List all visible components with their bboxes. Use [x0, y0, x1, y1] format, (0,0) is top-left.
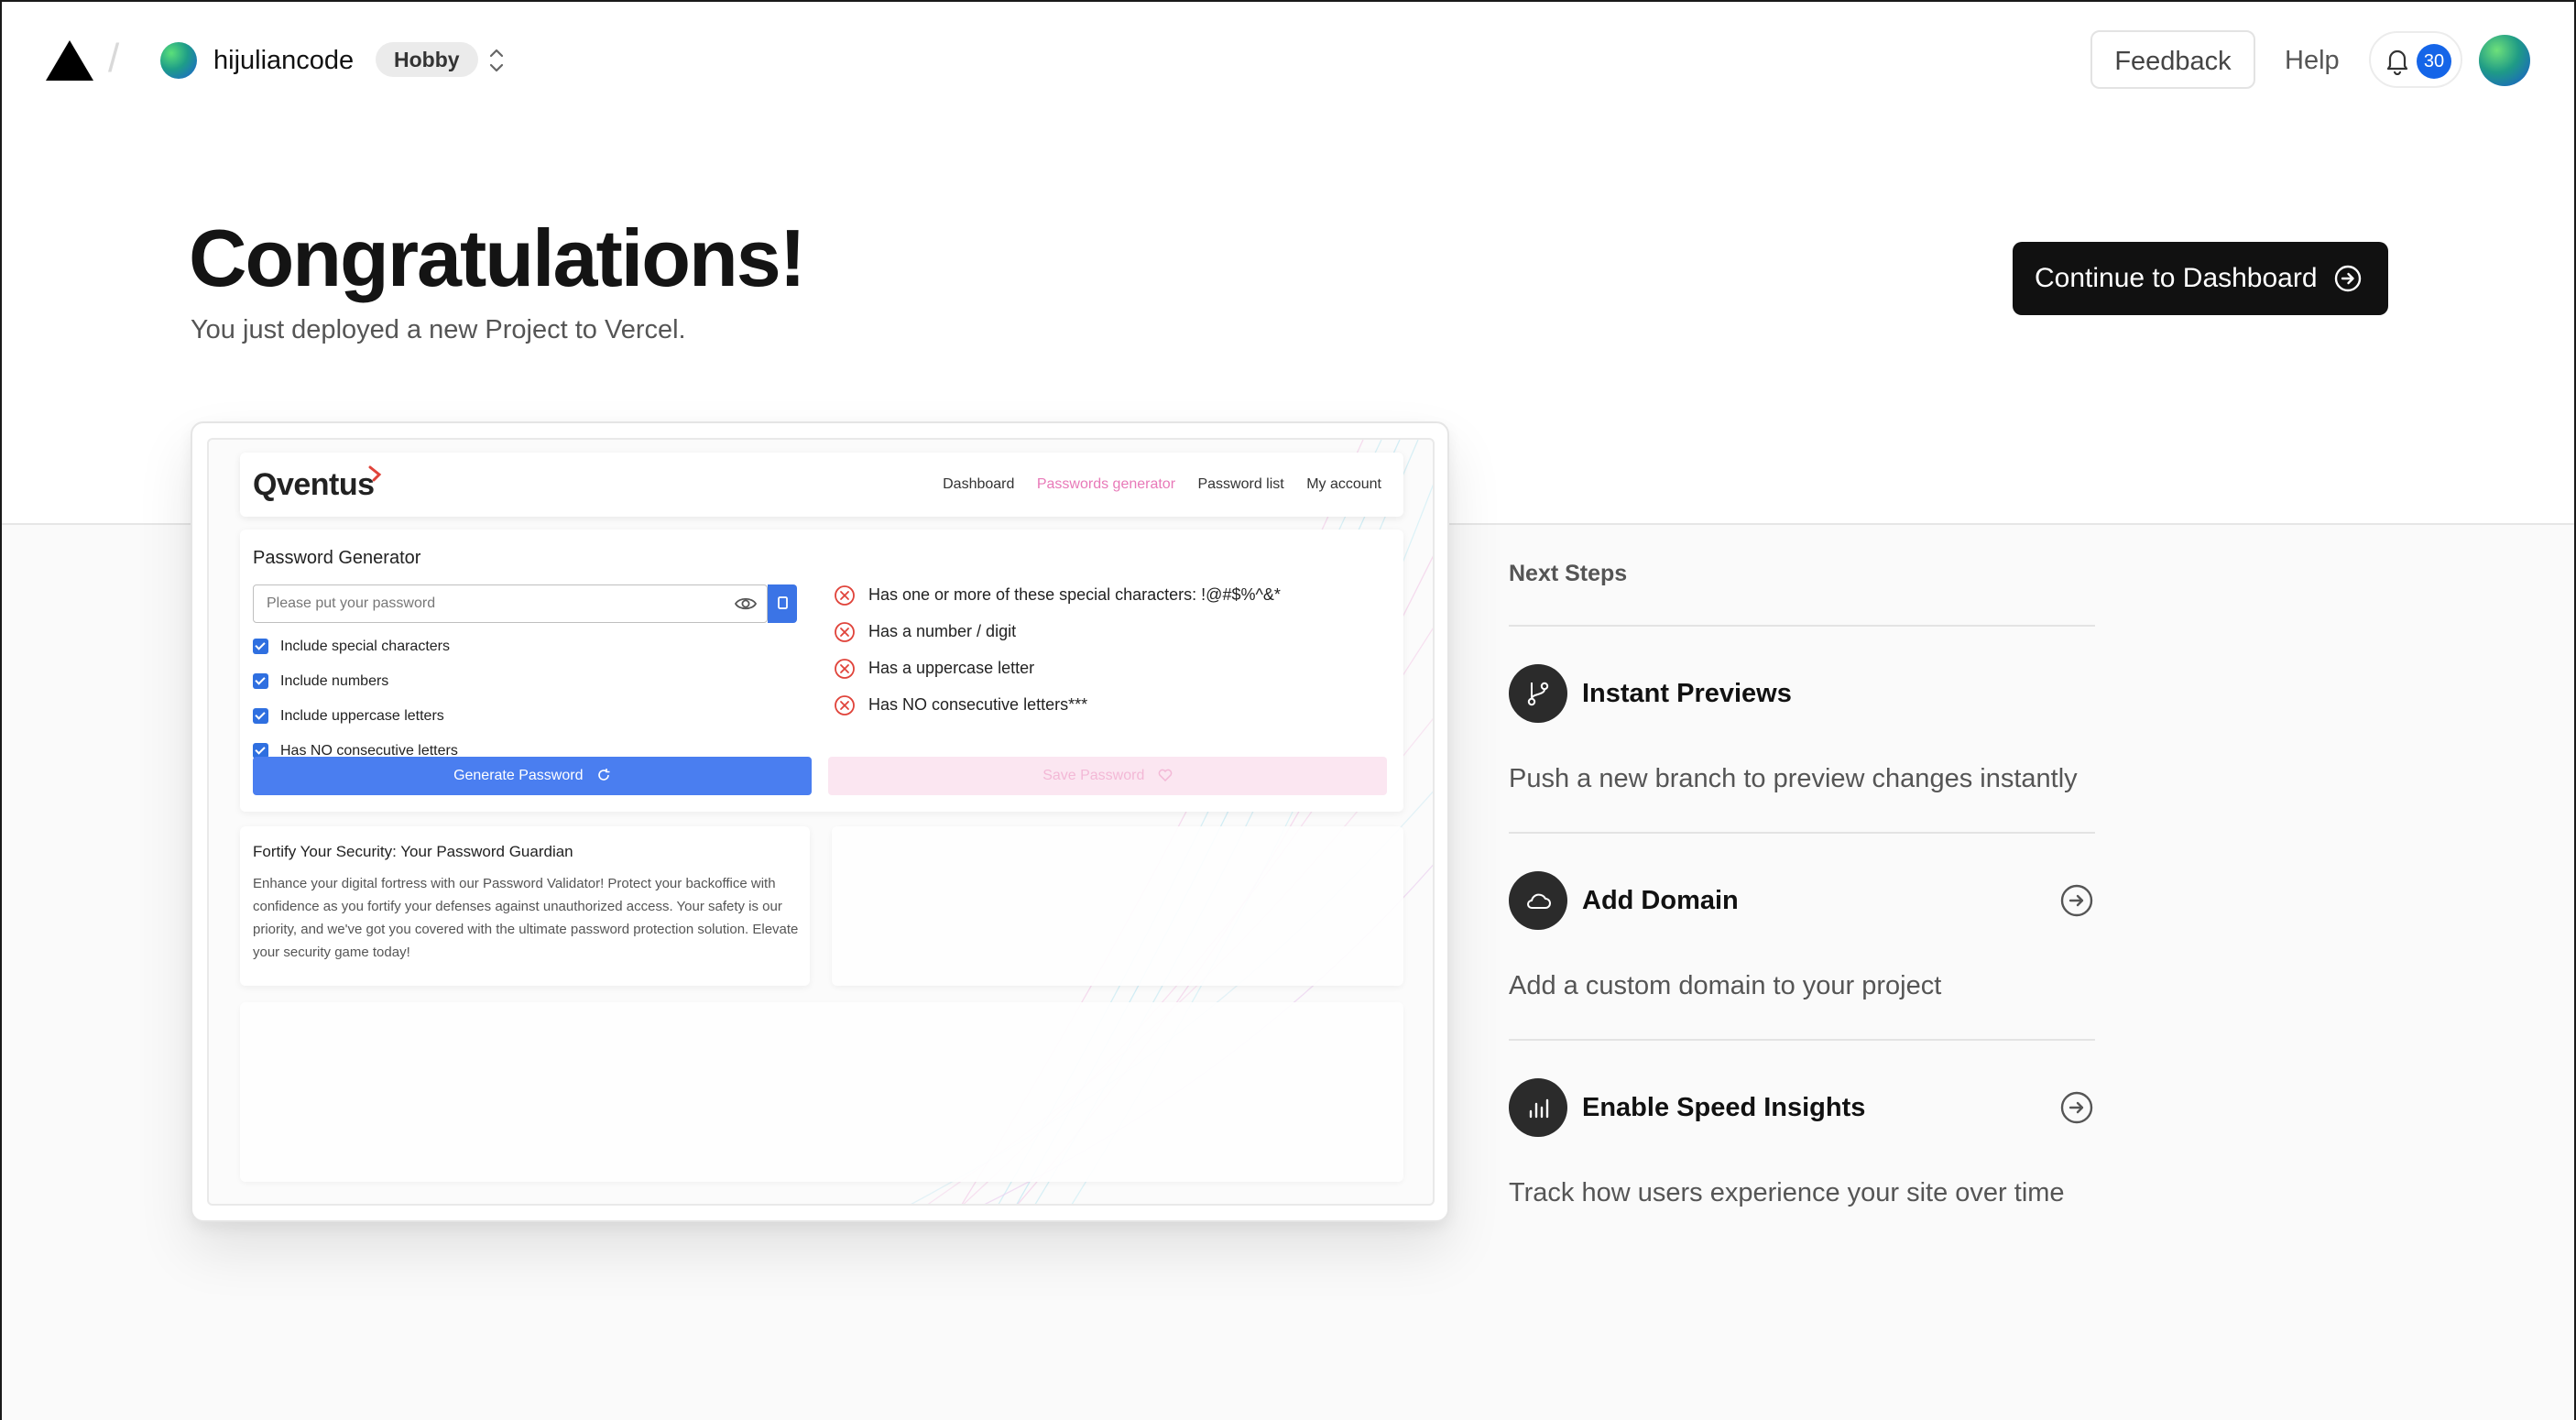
- next-step-title[interactable]: Instant Previews: [1582, 675, 1792, 712]
- preview-logo-mark-icon: [368, 465, 382, 482]
- bar-chart-icon: [1509, 1078, 1567, 1137]
- refresh-icon: [598, 769, 610, 781]
- preview-info-title: Fortify Your Security: Your Password Gua…: [253, 843, 573, 860]
- continue-button-label: Continue to Dashboard: [2035, 263, 2318, 293]
- preview-info-card: Fortify Your Security: Your Password Gua…: [240, 826, 810, 986]
- deployment-screenshot: Qventus Dashboard Passwords generator Pa…: [207, 438, 1435, 1206]
- arrow-right-circle-icon[interactable]: [2059, 1090, 2094, 1125]
- vercel-logo-icon[interactable]: [46, 40, 93, 81]
- continue-to-dashboard-button[interactable]: Continue to Dashboard: [2013, 242, 2388, 315]
- preview-info-text: Enhance your digital fortress with our P…: [253, 876, 799, 960]
- team-avatar[interactable]: [160, 42, 197, 79]
- divider: [1509, 625, 2095, 627]
- preview-rule-label: Has a number / digit: [868, 622, 1017, 640]
- preview-rule-label: Has a uppercase letter: [868, 659, 1035, 677]
- copy-icon: [778, 596, 788, 609]
- preview-navbar: Qventus Dashboard Passwords generator Pa…: [240, 453, 1403, 517]
- preview-copy-button: [768, 584, 797, 623]
- preview-rule-label: Has NO consecutive letters***: [868, 695, 1088, 714]
- breadcrumb-separator: /: [108, 36, 120, 81]
- team-name[interactable]: hijuliancode: [213, 42, 354, 79]
- divider: [1509, 1039, 2095, 1041]
- next-step-title[interactable]: Add Domain: [1582, 882, 1739, 919]
- next-step-title[interactable]: Enable Speed Insights: [1582, 1089, 1865, 1126]
- preview-generate-button: Generate Password: [253, 757, 812, 795]
- preview-save-label: Save Password: [1042, 768, 1145, 783]
- preview-empty-card: [832, 826, 1403, 986]
- preview-rule-label: Has one or more of these special charact…: [868, 585, 1281, 604]
- cloud-icon: [1509, 871, 1567, 930]
- next-step-description: Add a custom domain to your project: [1509, 971, 1942, 1000]
- arrow-right-circle-icon: [2334, 265, 2362, 292]
- preview-password-input: Please put your password: [253, 584, 768, 623]
- preview-option: Include uppercase letters: [253, 707, 458, 742]
- checkbox-checked-icon: [253, 639, 268, 654]
- next-step-description: Push a new branch to preview changes ins…: [1509, 764, 2078, 793]
- preview-panel-title: Password Generator: [253, 548, 421, 568]
- preview-nav-items: Dashboard Passwords generator Password l…: [924, 476, 1381, 493]
- page-subtitle: You just deployed a new Project to Verce…: [191, 315, 686, 344]
- arrow-right-circle-icon[interactable]: [2059, 883, 2094, 918]
- git-branch-icon: [1509, 664, 1567, 723]
- preview-nav-password-list: Password list: [1197, 476, 1284, 492]
- preview-option: Include numbers: [253, 672, 458, 707]
- preview-rule: Has NO consecutive letters***: [834, 694, 1281, 731]
- preview-nav-passwords-generator: Passwords generator: [1036, 476, 1176, 492]
- next-steps-heading: Next Steps: [1509, 561, 1628, 586]
- chevron-up-down-icon[interactable]: [486, 42, 508, 79]
- checkbox-checked-icon: [253, 673, 268, 689]
- preview-option-label: Include uppercase letters: [280, 708, 444, 724]
- notifications-button[interactable]: 30: [2369, 31, 2462, 88]
- preview-generate-label: Generate Password: [453, 768, 584, 783]
- preview-input-placeholder: Please put your password: [267, 595, 436, 611]
- deployment-preview-card[interactable]: Qventus Dashboard Passwords generator Pa…: [191, 421, 1449, 1222]
- notification-count-badge: 30: [2417, 44, 2451, 79]
- preview-generator-panel: Password Generator Please put your passw…: [240, 530, 1403, 812]
- preview-rule: Has one or more of these special charact…: [834, 584, 1281, 621]
- feedback-button[interactable]: Feedback: [2090, 30, 2255, 89]
- x-circle-icon: [835, 585, 855, 606]
- eye-icon: [734, 597, 758, 610]
- preview-nav-dashboard: Dashboard: [943, 476, 1015, 492]
- x-circle-icon: [835, 695, 855, 715]
- preview-nav-my-account: My account: [1306, 476, 1381, 492]
- checkbox-checked-icon: [253, 708, 268, 724]
- preview-rules-list: Has one or more of these special charact…: [834, 584, 1281, 731]
- x-circle-icon: [835, 622, 855, 642]
- bell-icon: [2386, 49, 2408, 75]
- preview-save-button: Save Password: [828, 757, 1387, 795]
- preview-bottom-card: [240, 1002, 1403, 1182]
- divider: [1509, 832, 2095, 834]
- preview-app-logo: Qventus: [253, 467, 375, 502]
- user-avatar[interactable]: [2479, 35, 2530, 86]
- help-link[interactable]: Help: [2285, 42, 2340, 79]
- next-step-description: Track how users experience your site ove…: [1509, 1178, 2065, 1207]
- preview-rule: Has a number / digit: [834, 621, 1281, 658]
- preview-option-label: Include numbers: [280, 673, 389, 689]
- page-title: Congratulations!: [189, 213, 806, 303]
- plan-badge: Hobby: [376, 42, 478, 77]
- x-circle-icon: [835, 659, 855, 679]
- heart-icon: [1158, 769, 1173, 782]
- preview-rule: Has a uppercase letter: [834, 658, 1281, 694]
- preview-option: Include special characters: [253, 638, 458, 672]
- preview-option-label: Include special characters: [280, 639, 450, 654]
